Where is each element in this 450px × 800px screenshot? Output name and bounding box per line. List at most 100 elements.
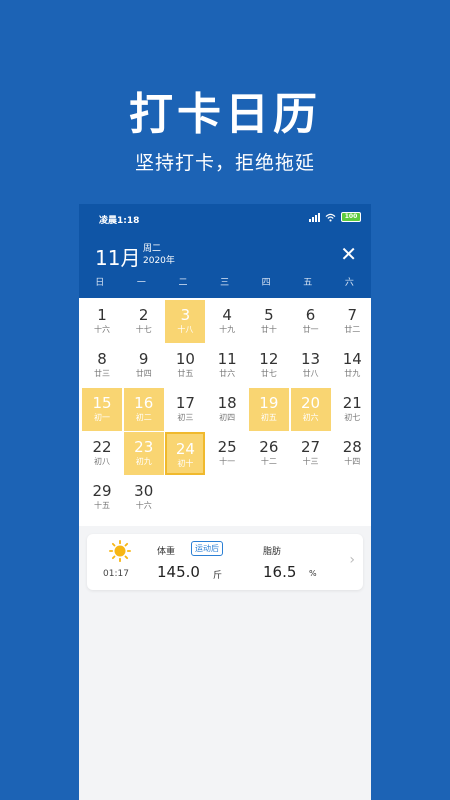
day-number: 14 <box>342 350 362 368</box>
lunar-date: 廿八 <box>302 369 319 378</box>
calendar-day[interactable]: 18 初四 <box>207 388 247 431</box>
calendar-day[interactable]: 21 初七 <box>332 388 371 431</box>
day-number: 4 <box>222 306 232 324</box>
calendar-day[interactable]: 6 廿一 <box>291 300 331 343</box>
calendar-day[interactable]: 13 廿八 <box>291 344 331 387</box>
calendar-day[interactable]: 7 廿二 <box>332 300 371 343</box>
weekday-header: 六 <box>344 278 354 288</box>
calendar-day[interactable]: 9 廿四 <box>124 344 164 387</box>
calendar-day[interactable]: 2 十七 <box>124 300 164 343</box>
calendar-day[interactable]: 30 十六 <box>124 476 164 519</box>
calendar-day[interactable]: 25 十一 <box>207 432 247 475</box>
calendar-day[interactable]: 19 初五 <box>248 388 289 431</box>
weekday-header: 五 <box>303 278 313 288</box>
lunar-date: 初九 <box>135 457 152 466</box>
lunar-date: 初十 <box>177 459 194 468</box>
year-label: 2020年 <box>143 256 175 266</box>
day-number: 3 <box>180 306 191 324</box>
weight-value: 145.0 <box>157 563 200 581</box>
fat-label: 脂肪 <box>263 547 282 557</box>
lunar-date: 廿七 <box>260 369 277 378</box>
day-number: 28 <box>342 438 362 456</box>
calendar-day[interactable]: 20 初六 <box>290 388 331 431</box>
lunar-date: 廿十 <box>260 325 277 334</box>
record-card[interactable]: 01:17 体重 运动后 145.0 斤 脂肪 16.5 % › <box>87 534 363 590</box>
lunar-date: 廿六 <box>219 369 236 378</box>
lunar-date: 十四 <box>344 457 361 466</box>
calendar-day[interactable]: 24 初十 <box>165 432 206 475</box>
calendar-day[interactable]: 17 初三 <box>165 388 205 431</box>
weekday-label: 周二 <box>143 244 162 254</box>
day-number: 22 <box>92 438 112 456</box>
lunar-date: 初八 <box>94 457 110 466</box>
weekday-header: 三 <box>220 278 230 288</box>
calendar-day[interactable]: 1 十六 <box>82 300 122 343</box>
lunar-date: 十九 <box>219 325 236 334</box>
weekday-header: 二 <box>178 278 188 288</box>
lunar-date: 初七 <box>344 413 361 422</box>
day-number: 10 <box>175 350 195 368</box>
day-number: 18 <box>217 394 237 412</box>
lunar-date: 廿五 <box>177 369 194 378</box>
day-number: 26 <box>259 438 279 456</box>
lunar-date: 十七 <box>135 325 152 334</box>
day-number: 15 <box>92 394 112 412</box>
fat-value: 16.5 <box>263 563 297 581</box>
calendar-day[interactable]: 16 初二 <box>123 388 164 431</box>
day-number: 6 <box>305 306 316 324</box>
chevron-right-icon[interactable]: › <box>349 552 355 568</box>
lunar-date: 十三 <box>302 457 319 466</box>
calendar-day[interactable]: 12 廿七 <box>249 344 289 387</box>
lunar-date: 十六 <box>94 325 110 334</box>
battery-icon: 100 <box>341 212 361 222</box>
day-number: 5 <box>264 306 274 324</box>
month-label: 11月 <box>95 246 141 270</box>
sun-icon <box>109 540 131 562</box>
calendar-day[interactable]: 8 廿三 <box>82 344 122 387</box>
wifi-icon <box>325 213 336 222</box>
status-icons: 100 <box>309 212 361 222</box>
signal-icon <box>309 212 320 222</box>
day-number: 16 <box>134 394 154 412</box>
lunar-date: 十八 <box>177 325 194 334</box>
date-info: 周二 2020年 <box>143 243 175 267</box>
calendar-day[interactable]: 10 廿五 <box>165 344 205 387</box>
calendar-header: 11月 周二 2020年 ✕ <box>79 232 371 274</box>
lunar-date: 初六 <box>302 413 319 422</box>
lunar-date: 廿四 <box>135 369 152 378</box>
day-number: 11 <box>217 350 237 368</box>
day-number: 25 <box>217 438 237 456</box>
day-number: 23 <box>134 438 154 456</box>
calendar-day[interactable]: 3 十八 <box>165 300 206 343</box>
calendar-day[interactable]: 27 十三 <box>291 432 331 475</box>
lunar-date: 初三 <box>177 413 194 422</box>
lunar-date: 初一 <box>94 413 110 422</box>
day-number: 24 <box>175 440 195 458</box>
lunar-date: 廿三 <box>94 369 110 378</box>
calendar-day[interactable]: 11 廿六 <box>207 344 247 387</box>
lunar-date: 十五 <box>94 501 110 510</box>
hero-title: 打卡日历 <box>129 89 321 140</box>
phone-screen: 凌晨1:18 100 11月 周二 2020年 ✕ 日一二三四五六 1 十六 2 十七… <box>79 204 371 800</box>
close-icon[interactable]: ✕ <box>340 242 357 266</box>
lunar-date: 初二 <box>135 413 152 422</box>
weekday-header-row: 日一二三四五六 <box>79 274 371 298</box>
weight-label: 体重 <box>157 547 176 557</box>
calendar-day[interactable]: 22 初八 <box>82 432 122 475</box>
calendar-day[interactable]: 26 十二 <box>249 432 289 475</box>
day-number: 27 <box>301 438 321 456</box>
record-time: 01:17 <box>103 569 129 579</box>
day-number: 1 <box>97 306 107 324</box>
day-number: 20 <box>301 394 321 412</box>
calendar-day[interactable]: 29 十五 <box>82 476 122 519</box>
calendar-day[interactable]: 28 十四 <box>332 432 371 475</box>
fat-unit: % <box>309 569 317 578</box>
calendar-day[interactable]: 23 初九 <box>123 432 164 475</box>
day-number: 21 <box>342 394 362 412</box>
calendar-day[interactable]: 15 初一 <box>82 388 122 431</box>
calendar-day[interactable]: 5 廿十 <box>249 300 289 343</box>
day-number: 2 <box>138 306 149 324</box>
calendar-day[interactable]: 4 十九 <box>207 300 247 343</box>
weekday-header: 一 <box>136 278 146 288</box>
calendar-day[interactable]: 14 廿九 <box>332 344 371 387</box>
